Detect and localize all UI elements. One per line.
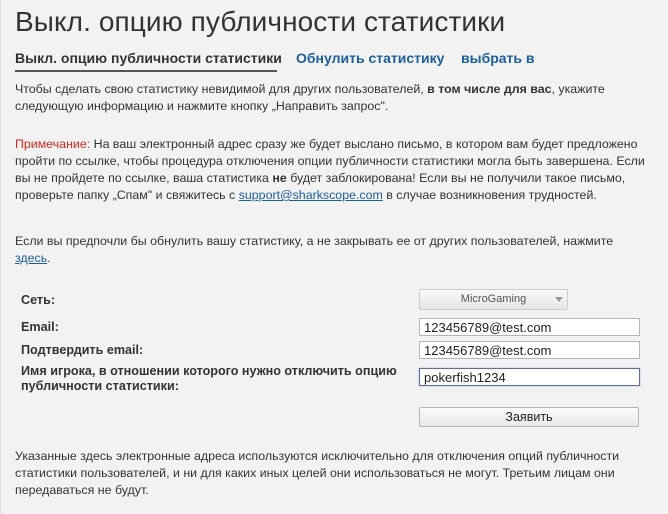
intro-text-before: Чтобы сделать свою статистику невидимой … (15, 82, 428, 96)
page: Выкл. опцию публичности статистики Выкл.… (0, 0, 668, 514)
player-name-label: Имя игрока, в отношении которого нужно о… (21, 364, 397, 393)
confirm-email-field[interactable] (419, 341, 640, 359)
intro-paragraph: Чтобы сделать свою статистику невидимой … (15, 81, 645, 115)
network-select[interactable]: MicroGaming (419, 289, 568, 310)
tab-reset-stats[interactable]: Обнулить статистику (296, 50, 444, 66)
support-email-link[interactable]: support@sharkscope.com (239, 188, 383, 202)
active-tab-underline (15, 70, 277, 72)
reset-hint-end: . (47, 251, 51, 265)
intro-text-bold: в том числе для вас (427, 82, 552, 96)
network-select-value: MicroGaming (460, 293, 527, 305)
submit-button[interactable]: Заявить (419, 407, 639, 427)
page-title: Выкл. опцию публичности статистики (15, 6, 506, 37)
note-label: Примечание: (15, 137, 91, 151)
note-text-3: в случае возникновения трудностей. (382, 188, 597, 202)
reset-here-link[interactable]: здесь (15, 251, 47, 265)
network-label: Сеть: (21, 293, 56, 307)
tab-choose[interactable]: выбрать в (461, 50, 535, 66)
email-label: Email: (21, 320, 59, 334)
note-text-bold: не (272, 171, 287, 185)
tab-bar: Выкл. опцию публичности статистики Обнул… (15, 50, 668, 72)
tab-disable-public-stats[interactable]: Выкл. опцию публичности статистики (15, 50, 282, 66)
reset-hint-text: Если вы предпочли бы обнулить вашу стати… (15, 234, 614, 248)
confirm-email-label: Подтвердить email: (21, 343, 144, 357)
email-field[interactable] (419, 318, 640, 336)
player-name-field[interactable] (419, 368, 640, 386)
note-paragraph: Примечание: На ваш электронный адрес сра… (15, 136, 645, 204)
chevron-down-icon (555, 297, 563, 302)
footer-note: Указанные здесь электронные адреса испол… (15, 449, 620, 497)
reset-hint-paragraph: Если вы предпочли бы обнулить вашу стати… (15, 233, 645, 267)
